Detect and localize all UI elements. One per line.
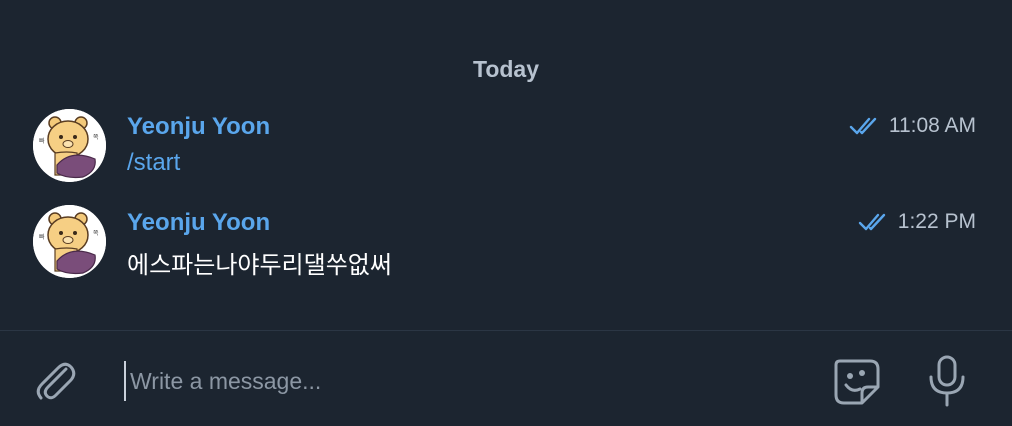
message-meta: 1:22 PM	[858, 210, 976, 234]
message-text[interactable]: 에스파는나야두리댈쑤없써	[127, 245, 392, 280]
paperclip-icon[interactable]	[30, 355, 80, 405]
svg-text:쪽: 쪽	[93, 134, 99, 141]
sender-name[interactable]: Yeonju Yoon	[127, 113, 270, 141]
avatar[interactable]: 빠 쪽	[33, 205, 106, 278]
double-check-icon	[849, 116, 879, 136]
double-check-icon	[858, 212, 888, 232]
message-composer	[0, 331, 1012, 426]
bear-avatar-icon: 빠 쪽	[33, 205, 106, 278]
message-time: 11:08 AM	[888, 114, 976, 137]
avatar[interactable]: 빠 쪽	[33, 109, 106, 182]
svg-text:빠: 빠	[39, 233, 45, 241]
sticker-emoji-icon[interactable]	[830, 355, 884, 409]
date-separator: Today	[472, 56, 540, 82]
microphone-icon[interactable]	[925, 353, 969, 409]
chat-history: Today 빠 쪽 Yeonju Yoon /start 11:08 AM 빠 …	[0, 0, 1012, 330]
svg-text:빠: 빠	[39, 137, 45, 145]
svg-text:쪽: 쪽	[93, 230, 99, 237]
message-row[interactable]: 빠 쪽 Yeonju Yoon /start 11:08 AM	[0, 109, 1012, 189]
sender-name[interactable]: Yeonju Yoon	[127, 209, 270, 237]
message-text[interactable]: /start	[127, 149, 180, 177]
message-time: 1:22 PM	[897, 210, 976, 233]
bear-avatar-icon: 빠 쪽	[33, 109, 106, 182]
message-meta: 11:08 AM	[849, 114, 976, 138]
message-input[interactable]	[124, 361, 800, 401]
message-row[interactable]: 빠 쪽 Yeonju Yoon 에스파는나야두리댈쑤없써 1:22 PM	[0, 205, 1012, 285]
